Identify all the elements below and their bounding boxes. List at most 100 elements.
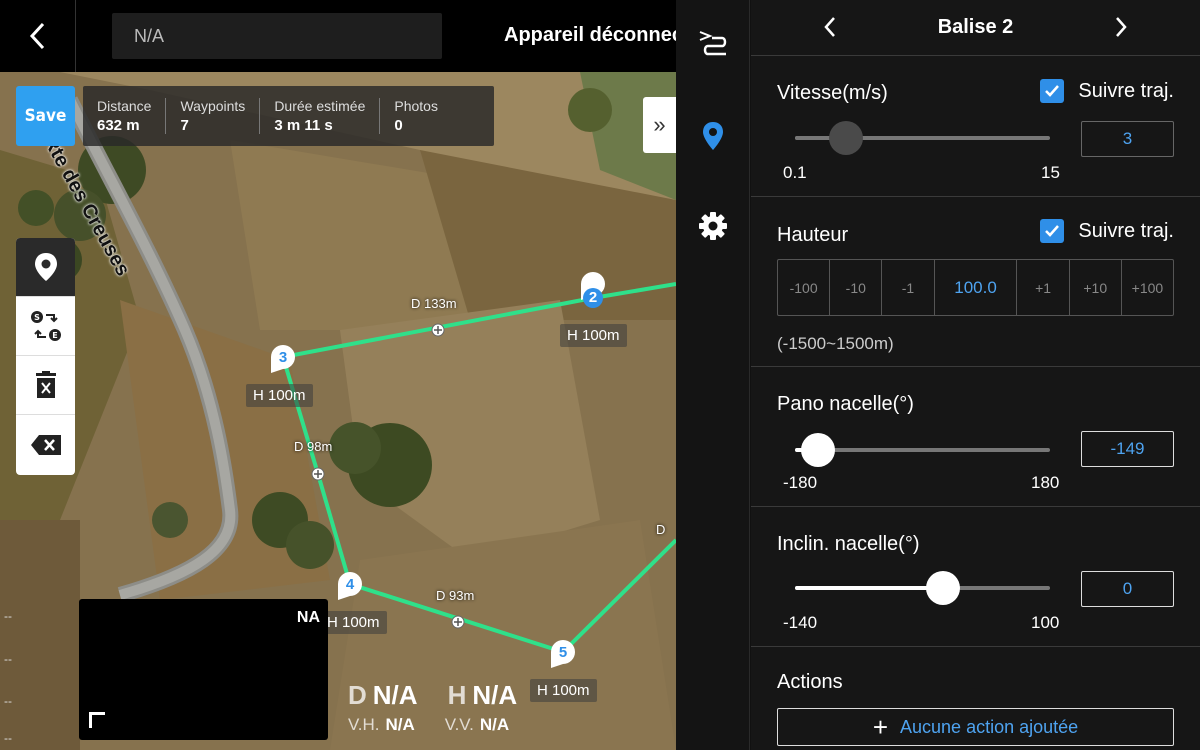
distance-value: N/A	[372, 680, 418, 710]
stat-label: Distance	[97, 98, 152, 114]
stat-label: Waypoints	[180, 98, 246, 114]
stat-value: 3 m 11 s	[274, 117, 333, 134]
segment-distance-label: D 93m	[436, 588, 475, 603]
add-waypoint-tool[interactable]	[16, 238, 75, 297]
gimbal-pan-section: Pano nacelle(°) -180 180 -149	[751, 367, 1200, 507]
clear-waypoints-tool[interactable]	[16, 356, 75, 415]
speed-section: Vitesse(m/s) Suivre traj. 0.1 15 3	[751, 57, 1200, 197]
distance-label: D	[348, 680, 367, 710]
gimbal-tilt-slider[interactable]	[795, 571, 1050, 605]
height-plus-100-button[interactable]: +100	[1122, 260, 1173, 315]
slider-min-label: -180	[783, 473, 818, 492]
waypoint-height-label: H 100m	[560, 324, 627, 347]
tab-settings[interactable]	[676, 211, 750, 241]
search-input[interactable]: N/A	[112, 13, 442, 59]
previous-waypoint-button[interactable]	[823, 16, 837, 38]
waypoint-number-3[interactable]: 3	[275, 349, 291, 366]
speed-slider[interactable]	[795, 121, 1050, 155]
height-plus-10-button[interactable]: +10	[1070, 260, 1122, 315]
stat-photos: Photos 0	[380, 98, 452, 134]
delete-waypoint-tool[interactable]	[16, 415, 75, 474]
section-title: Inclin. nacelle(°)	[777, 533, 920, 555]
map-view[interactable]: 2 3 4 5 H 100m H 100m H 100m H 100m D 13…	[0, 0, 676, 750]
slider-thumb[interactable]	[800, 433, 835, 467]
waypoint-number-2[interactable]: 2	[585, 289, 601, 306]
location-pin-icon	[34, 253, 57, 281]
svg-text:E: E	[52, 331, 57, 340]
waypoint-height-label: H 100m	[530, 679, 597, 702]
slider-min-label: 0.1	[783, 163, 807, 182]
stat-value: 0	[394, 117, 403, 134]
section-title: Vitesse(m/s)	[777, 82, 888, 104]
gear-icon	[699, 212, 727, 240]
gimbal-pan-value-input[interactable]: -149	[1081, 431, 1174, 467]
stat-label: Photos	[394, 98, 438, 114]
height-minus-10-button[interactable]: -10	[830, 260, 883, 315]
slider-fill	[795, 586, 943, 590]
checkbox-checked[interactable]	[1040, 79, 1065, 103]
waypoint-height-label: H 100m	[320, 611, 387, 634]
tab-waypoint[interactable]	[676, 121, 750, 151]
height-plus-1-button[interactable]: +1	[1017, 260, 1070, 315]
slider-thumb[interactable]	[829, 121, 863, 155]
waypoint-number-4[interactable]: 4	[342, 576, 358, 593]
height-minus-100-button[interactable]: -100	[778, 260, 831, 315]
stat-duration: Durée estimée 3 m 11 s	[260, 98, 381, 134]
panel-title: Balise 2	[937, 16, 1014, 38]
waypoint-settings-panel: Balise 2 Vitesse(m/s) Suivre traj. 0.1 1…	[751, 0, 1200, 750]
telemetry-readout: D N/A H N/A V.H. N/A V.V. N/A	[348, 680, 517, 735]
top-bar: N/A Appareil déconnecté	[0, 0, 676, 72]
camera-preview[interactable]: NA	[79, 599, 328, 740]
vertical-speed-label: V.V.	[444, 715, 474, 734]
edge-scale-mark: --	[4, 652, 12, 666]
edge-scale-mark: --	[4, 609, 12, 623]
add-action-label: Aucune action ajoutée	[900, 716, 1079, 737]
mission-stats-bar: Distance 632 m Waypoints 7 Durée estimée…	[83, 86, 494, 146]
checkbox-checked[interactable]	[1040, 219, 1065, 243]
gimbal-tilt-value-input[interactable]: 0	[1081, 571, 1174, 607]
stat-value: 7	[180, 117, 189, 134]
stat-distance: Distance 632 m	[83, 98, 167, 134]
slider-max-label: 15	[1041, 163, 1060, 182]
expand-panel-button[interactable]: »	[643, 97, 676, 153]
segment-distance-label: D	[656, 522, 666, 537]
section-title: Pano nacelle(°)	[777, 393, 914, 415]
save-button[interactable]: Save	[16, 86, 75, 146]
location-pin-icon	[703, 122, 723, 150]
add-action-button[interactable]: + Aucune action ajoutée	[777, 708, 1174, 746]
height-follow-route-toggle[interactable]: Suivre traj.	[1040, 219, 1174, 243]
waypoint-number-5[interactable]: 5	[555, 644, 571, 661]
map-tools: S E	[16, 238, 75, 475]
slider-max-label: 180	[1031, 473, 1060, 492]
swap-start-end-icon: S E	[30, 311, 61, 341]
waypoint-height-label: H 100m	[246, 384, 313, 407]
chevron-left-icon	[29, 22, 44, 50]
slider-thumb[interactable]	[925, 571, 960, 605]
double-chevron-right-icon: »	[653, 112, 666, 137]
reverse-route-tool[interactable]: S E	[16, 297, 75, 356]
back-button[interactable]	[0, 0, 76, 72]
horizontal-speed-label: V.H.	[348, 715, 380, 734]
route-icon	[699, 31, 727, 56]
follow-label: Suivre traj.	[1078, 219, 1174, 242]
next-waypoint-button[interactable]	[1114, 16, 1128, 38]
tab-route[interactable]	[676, 28, 750, 60]
gimbal-tilt-section: Inclin. nacelle(°) -140 100 0	[751, 507, 1200, 647]
speed-follow-route-toggle[interactable]: Suivre traj.	[1040, 79, 1174, 103]
stat-waypoints: Waypoints 7	[166, 98, 261, 134]
gimbal-pan-slider[interactable]	[795, 433, 1050, 467]
height-value-input[interactable]: 100.0	[935, 260, 1018, 315]
stat-value: 632 m	[97, 117, 140, 134]
panel-tab-strip	[676, 0, 750, 750]
speed-value-input[interactable]: 3	[1081, 121, 1174, 157]
resize-corner-icon[interactable]	[89, 712, 105, 728]
check-icon	[1045, 225, 1060, 237]
height-value: N/A	[472, 680, 518, 710]
backspace-icon	[30, 434, 61, 455]
panel-header: Balise 2	[751, 0, 1200, 56]
device-status-text: Appareil déconnecté	[504, 24, 676, 46]
vertical-speed-value: N/A	[479, 715, 510, 734]
height-minus-1-button[interactable]: -1	[882, 260, 935, 315]
height-section: Hauteur Suivre traj. -100 -10 -1 100.0 +…	[751, 197, 1200, 367]
slider-max-label: 100	[1031, 613, 1060, 632]
